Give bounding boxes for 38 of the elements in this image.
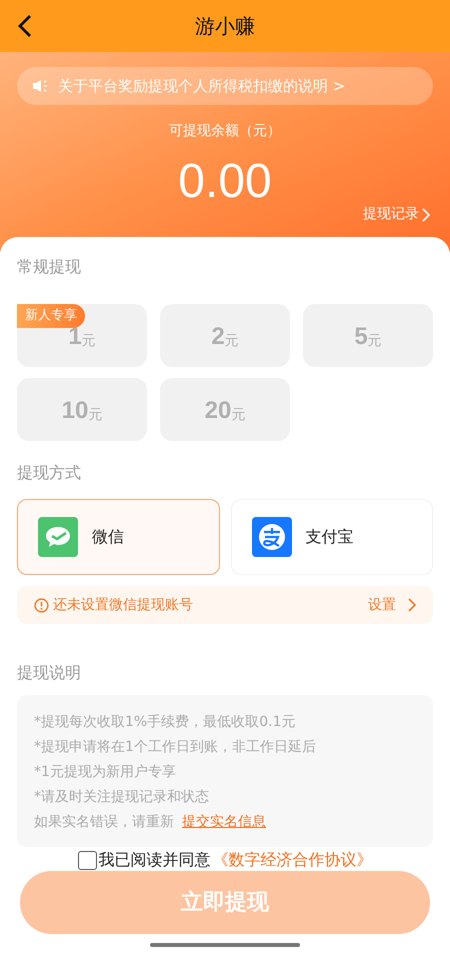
payment-app-icon xyxy=(252,517,292,557)
agreement-link[interactable]: 《数字经济合作协议》 xyxy=(212,848,372,872)
amount-option[interactable]: 5元 xyxy=(303,304,433,367)
speaker-icon xyxy=(32,79,48,93)
chat-bubble-icon xyxy=(38,517,78,557)
warning-text: 还未设置微信提现账号 xyxy=(53,596,193,614)
payment-method-card[interactable]: 微信 xyxy=(17,499,220,575)
notice-banner[interactable]: 关于平台奖励提现个人所得税扣缴的说明 > xyxy=(17,67,433,105)
amount-option[interactable]: 2元 xyxy=(160,304,290,367)
section-title: 提现方式 xyxy=(17,462,82,484)
notice-text: 关于平台奖励提现个人所得税扣缴的说明 > xyxy=(58,76,346,97)
amount-option[interactable]: 20元 xyxy=(160,378,290,441)
warning-bar[interactable]: 还未设置微信提现账号 设置 xyxy=(17,586,433,624)
payment-method-label: 微信 xyxy=(92,526,124,548)
chevron-right-icon xyxy=(408,598,416,612)
section-title: 提现说明 xyxy=(17,662,82,684)
amount-option[interactable]: 1元 新人专享 xyxy=(17,304,147,367)
page-title: 游小赚 xyxy=(195,13,255,40)
instruction-text: *提现申请将在1个工作日到账，非工作日延后 xyxy=(34,738,317,757)
real-name-link[interactable]: 提交实名信息 xyxy=(182,814,266,830)
payment-method-card[interactable]: 支付宝 xyxy=(230,499,433,575)
chevron-right-icon xyxy=(422,208,430,222)
instruction-text: *请及时关注提现记录和状态 xyxy=(34,788,210,807)
agreement-checkbox[interactable] xyxy=(78,850,96,870)
instruction-text: 如果实名错误，请重新 xyxy=(34,814,174,830)
agreement-text: 我已阅读并同意 xyxy=(98,849,210,871)
records-link[interactable]: 提现记录 xyxy=(363,204,430,225)
new-user-badge: 新人专享 xyxy=(17,304,85,328)
balance-label: 可提现余额（元） xyxy=(168,122,282,141)
amount-option[interactable]: 10元 xyxy=(17,378,147,441)
instruction-text: *提现每次收取1%手续费，最低收取0.1元 xyxy=(34,713,296,732)
instruction-text: *1元提现为新用户专享 xyxy=(34,763,177,782)
back-icon[interactable] xyxy=(17,14,33,38)
payment-method-label: 支付宝 xyxy=(306,526,354,548)
balance-amount: 0.00 xyxy=(178,154,272,210)
setup-link[interactable]: 设置 xyxy=(368,594,396,616)
alert-icon xyxy=(34,598,49,612)
section-title: 常规提现 xyxy=(17,256,82,278)
